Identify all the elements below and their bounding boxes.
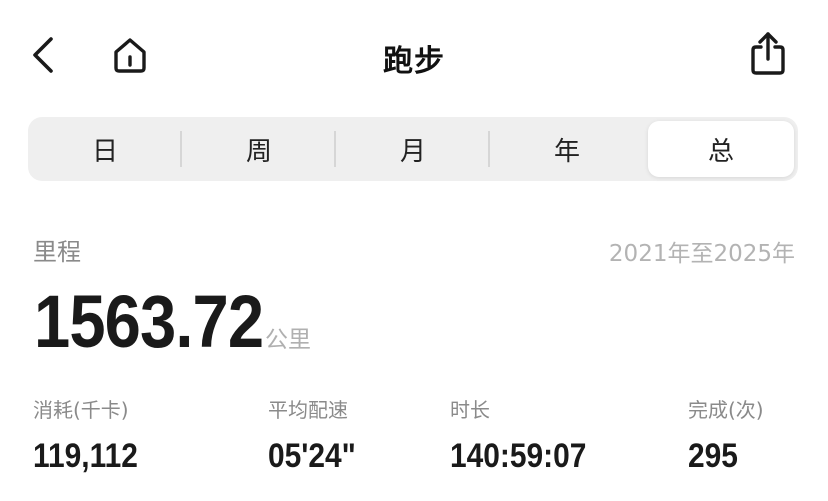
stat-calories: 消耗(千卡) 119,112 xyxy=(33,394,152,476)
header-bar: 跑步 xyxy=(0,0,828,110)
distance-unit: 公里 xyxy=(265,327,311,353)
stat-value: 295 xyxy=(688,437,738,475)
stat-value: 05'24" xyxy=(268,437,356,475)
stat-label: 时长 xyxy=(450,398,490,422)
date-range: 2021年至2025年 xyxy=(608,241,795,267)
share-button[interactable] xyxy=(744,29,792,77)
stat-count: 完成(次) 295 xyxy=(688,394,764,476)
page-title: 跑步 xyxy=(383,44,445,79)
tab-total[interactable]: 总 xyxy=(648,121,794,177)
stat-duration: 时长 140:59:07 xyxy=(450,394,605,476)
stat-label: 完成(次) xyxy=(688,398,764,422)
stat-value: 140:59:07 xyxy=(450,437,587,475)
stat-label: 平均配速 xyxy=(268,398,348,422)
tab-day[interactable]: 日 xyxy=(28,117,182,181)
distance-label: 里程 xyxy=(33,238,81,266)
stat-value: 119,112 xyxy=(33,437,138,475)
tab-month[interactable]: 月 xyxy=(336,117,490,181)
tab-year[interactable]: 年 xyxy=(490,117,644,181)
share-icon xyxy=(751,32,785,75)
stat-label: 消耗(千卡) xyxy=(33,398,129,422)
stat-pace: 平均配速 05'24" xyxy=(268,394,368,476)
tab-week[interactable]: 周 xyxy=(182,117,336,181)
period-tab-bar: 日 周 月 年 总 xyxy=(28,117,798,181)
distance-value: 1563.72 xyxy=(34,280,264,363)
